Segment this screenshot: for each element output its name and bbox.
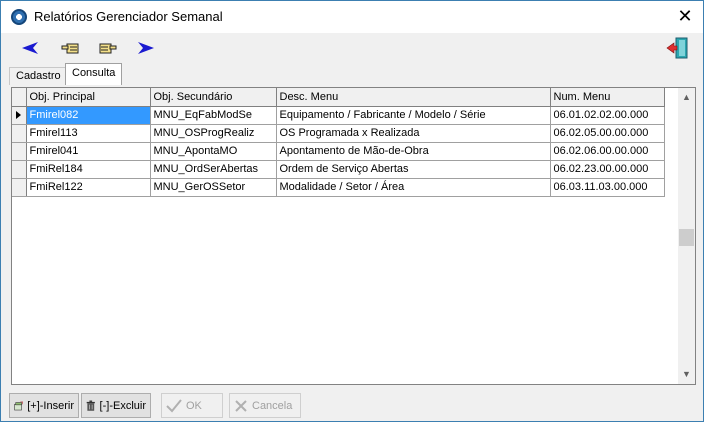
column-header-obj-principal[interactable]: Obj. Principal [26, 88, 151, 107]
window-title: Relatórios Gerenciador Semanal [34, 9, 223, 24]
tab-consulta[interactable]: Consulta [65, 63, 123, 85]
table-row[interactable]: FmiRel122 MNU_GerOSSetor Modalidade / Se… [12, 178, 665, 197]
row-indicator-header [12, 88, 27, 107]
table-row[interactable]: Fmirel041 MNU_ApontaMO Apontamento de Mã… [12, 142, 665, 161]
ok-button-label: OK [186, 399, 202, 412]
row-indicator [12, 178, 27, 197]
table-row[interactable]: Fmirel082 MNU_EqFabModSe Equipamento / F… [12, 106, 665, 125]
table-row[interactable]: FmiRel184 MNU_OrdSerAbertas Ordem de Ser… [12, 160, 665, 179]
cell-desc-menu[interactable]: Ordem de Serviço Abertas [276, 160, 551, 179]
cell-obj-secundario[interactable]: MNU_EqFabModSe [150, 106, 277, 125]
scroll-thumb[interactable] [679, 229, 694, 246]
scroll-down-arrow-icon[interactable]: ▼ [681, 369, 692, 380]
scroll-up-arrow-icon[interactable]: ▲ [681, 92, 692, 103]
row-indicator [12, 106, 27, 125]
cell-num-menu[interactable]: 06.02.06.00.00.000 [550, 142, 665, 161]
cell-desc-menu[interactable]: Modalidade / Setor / Área [276, 178, 551, 197]
cancel-x-icon [235, 399, 247, 412]
arrow-left-blue-icon[interactable] [19, 37, 41, 59]
app-icon [11, 9, 27, 25]
vertical-scrollbar[interactable]: ▲ ▼ [678, 88, 695, 384]
checkmark-icon [166, 398, 182, 412]
cell-obj-secundario[interactable]: MNU_GerOSSetor [150, 178, 277, 197]
row-indicator [12, 142, 27, 161]
column-header-desc-menu[interactable]: Desc. Menu [276, 88, 551, 107]
row-indicator [12, 124, 27, 143]
delete-button-label: [-]-Excluir [99, 399, 146, 412]
row-indicator [12, 160, 27, 179]
insert-button[interactable]: [+]-Inserir [9, 393, 79, 418]
cell-obj-principal[interactable]: FmiRel122 [26, 178, 151, 197]
table-row[interactable]: Fmirel113 MNU_OSProgRealiz OS Programada… [12, 124, 665, 143]
bottom-button-bar: [+]-Inserir [-]-Excluir OK Cancela [1, 389, 703, 421]
cell-desc-menu[interactable]: Apontamento de Mão-de-Obra [276, 142, 551, 161]
cell-obj-principal[interactable]: Fmirel113 [26, 124, 151, 143]
cell-num-menu[interactable]: 06.02.23.00.00.000 [550, 160, 665, 179]
cell-obj-principal[interactable]: Fmirel082 [26, 106, 151, 125]
cell-obj-secundario[interactable]: MNU_OrdSerAbertas [150, 160, 277, 179]
cell-obj-secundario[interactable]: MNU_OSProgRealiz [150, 124, 277, 143]
ok-button[interactable]: OK [161, 393, 223, 418]
insert-record-icon [14, 401, 23, 410]
results-table: Obj. Principal Obj. Secundário Desc. Men… [12, 88, 665, 197]
cell-desc-menu[interactable]: Equipamento / Fabricante / Modelo / Séri… [276, 106, 551, 125]
cell-obj-principal[interactable]: Fmirel041 [26, 142, 151, 161]
table-header-row: Obj. Principal Obj. Secundário Desc. Men… [12, 88, 665, 107]
trash-can-icon [86, 400, 95, 411]
cancel-button[interactable]: Cancela [229, 393, 301, 418]
arrow-right-blue-icon[interactable] [135, 37, 157, 59]
app-window: Relatórios Gerenciador Semanal ✕ Cadastr… [0, 0, 704, 422]
delete-button[interactable]: [-]-Excluir [81, 393, 151, 418]
close-button[interactable]: ✕ [675, 6, 695, 26]
cell-obj-secundario[interactable]: MNU_ApontaMO [150, 142, 277, 161]
exit-door-icon[interactable] [665, 36, 689, 60]
hand-point-right-icon[interactable] [97, 37, 119, 59]
title-bar: Relatórios Gerenciador Semanal ✕ [1, 1, 703, 33]
column-header-obj-secundario[interactable]: Obj. Secundário [150, 88, 277, 107]
cell-obj-principal[interactable]: FmiRel184 [26, 160, 151, 179]
hand-point-left-icon[interactable] [59, 37, 81, 59]
data-grid: Obj. Principal Obj. Secundário Desc. Men… [11, 87, 696, 385]
current-row-arrow-icon [16, 111, 21, 119]
cell-num-menu[interactable]: 06.01.02.02.00.000 [550, 106, 665, 125]
cancel-button-label: Cancela [252, 399, 293, 412]
column-header-num-menu[interactable]: Num. Menu [550, 88, 665, 107]
insert-button-label: [+]-Inserir [27, 399, 74, 412]
cell-num-menu[interactable]: 06.03.11.03.00.000 [550, 178, 665, 197]
cell-desc-menu[interactable]: OS Programada x Realizada [276, 124, 551, 143]
cell-num-menu[interactable]: 06.02.05.00.00.000 [550, 124, 665, 143]
grid-area: Obj. Principal Obj. Secundário Desc. Men… [12, 88, 678, 384]
tab-cadastro[interactable]: Cadastro [9, 67, 68, 85]
toolbar [1, 33, 703, 63]
